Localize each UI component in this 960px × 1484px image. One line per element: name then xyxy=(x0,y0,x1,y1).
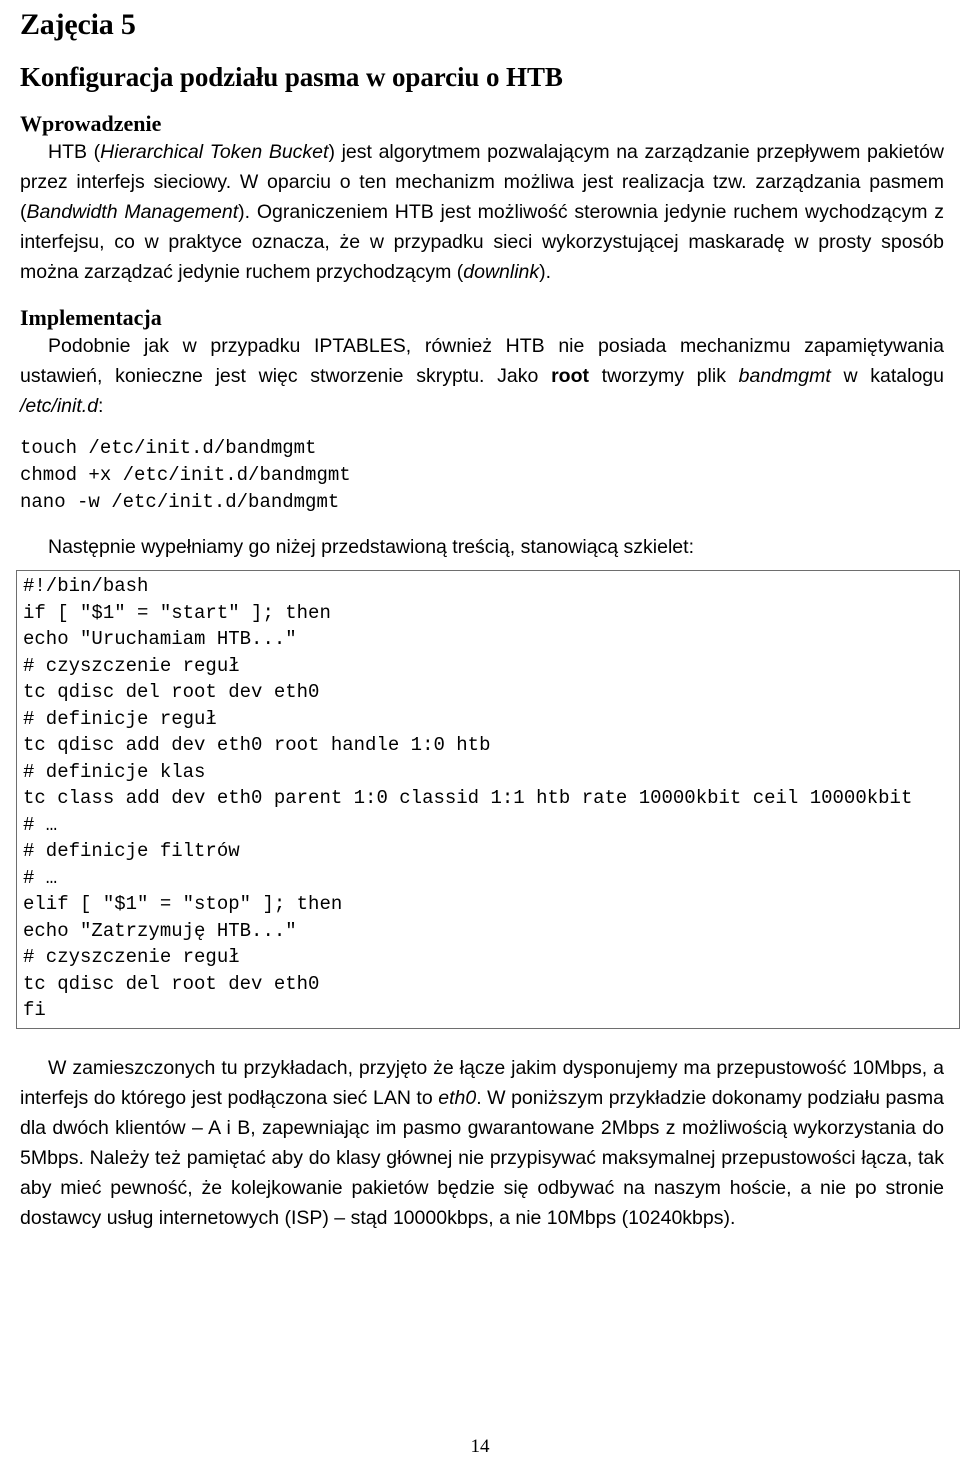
intro-text-d: ). xyxy=(539,261,552,283)
term-downlink: downlink xyxy=(463,261,540,283)
impl-text-d: : xyxy=(98,395,104,417)
page-number: 14 xyxy=(470,1436,490,1457)
intro-text-a: HTB ( xyxy=(48,141,101,163)
section-heading-wprowadzenie: Wprowadzenie xyxy=(20,111,162,136)
filename-bandmgmt: bandmgmt xyxy=(738,365,831,387)
term-root: root xyxy=(551,365,589,387)
implementation-paragraph: Podobnie jak w przypadku IPTABLES, równi… xyxy=(8,329,952,421)
script-intro-paragraph: Następnie wypełniamy go niżej przedstawi… xyxy=(48,536,694,558)
section-heading-implementacja: Implementacja xyxy=(20,305,162,330)
path-etc-initd: /etc/init.d xyxy=(20,395,99,417)
term-hierarchical-token-bucket: Hierarchical Token Bucket xyxy=(100,141,329,163)
lesson-heading: Zajęcia 5 xyxy=(20,8,136,41)
impl-text-b: tworzymy plik xyxy=(588,365,739,387)
page-footer: 14 xyxy=(0,1436,960,1458)
impl-text-c: w katalogu xyxy=(830,365,944,387)
script-code-box: #!/bin/bash if [ "$1" = "start" ]; then … xyxy=(16,570,960,1029)
shell-commands-block: touch /etc/init.d/bandmgmt chmod +x /etc… xyxy=(20,437,351,513)
notes-paragraph: W zamieszczonych tu przykładach, przyjęt… xyxy=(8,1051,952,1233)
term-bandwidth-management: Bandwidth Management xyxy=(26,201,239,223)
bash-script-content: #!/bin/bash if [ "$1" = "start" ]; then … xyxy=(23,575,913,1021)
document-page: Zajęcia 5 Konfiguracja podziału pasma w … xyxy=(0,0,960,1484)
interface-eth0: eth0 xyxy=(438,1086,477,1109)
intro-paragraph: HTB (Hierarchical Token Bucket) jest alg… xyxy=(8,135,952,287)
page-title: Konfiguracja podziału pasma w oparciu o … xyxy=(20,62,563,92)
